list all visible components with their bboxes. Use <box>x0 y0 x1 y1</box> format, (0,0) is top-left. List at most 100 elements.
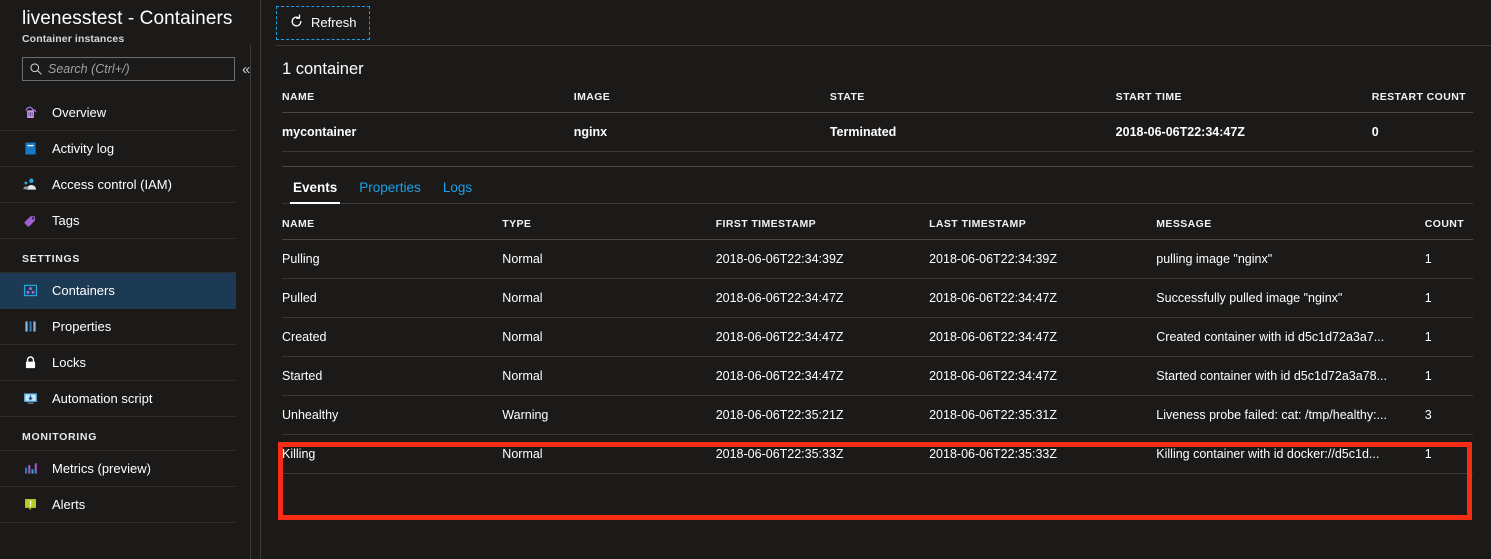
sidebar-item-locks[interactable]: Locks <box>0 345 236 381</box>
events-table: NAME TYPE FIRST TIMESTAMP LAST TIMESTAMP… <box>282 206 1473 474</box>
sidebar-item-activity-log[interactable]: Activity log <box>0 131 236 167</box>
cell-message: Created container with id d5c1d72a3a7... <box>1156 317 1425 357</box>
cell-first-timestamp: 2018-06-06T22:35:33Z <box>715 434 930 474</box>
cell-event-type: Normal <box>502 356 716 396</box>
table-row[interactable]: Pulled Normal 2018-06-06T22:34:47Z 2018-… <box>282 278 1473 318</box>
cell-first-timestamp: 2018-06-06T22:34:47Z <box>715 278 930 318</box>
sidebar-group-monitoring: MONITORING <box>0 417 236 451</box>
cell-message: Started container with id d5c1d72a3a78..… <box>1156 356 1425 396</box>
refresh-icon <box>289 14 304 32</box>
column-header-count[interactable]: COUNT <box>1424 206 1473 240</box>
sidebar-item-label: Overview <box>52 105 107 120</box>
cell-container-state: Terminated <box>829 112 1116 152</box>
refresh-button[interactable]: Refresh <box>276 5 370 40</box>
cell-last-timestamp: 2018-06-06T22:34:47Z <box>929 356 1157 396</box>
cell-first-timestamp: 2018-06-06T22:34:47Z <box>715 317 930 357</box>
column-header-first-timestamp[interactable]: FIRST TIMESTAMP <box>715 206 930 240</box>
sidebar-item-automation-script[interactable]: Automation script <box>0 381 236 417</box>
search-input[interactable] <box>48 62 228 76</box>
search-box[interactable] <box>22 57 235 81</box>
sidebar-item-containers[interactable]: Containers <box>0 273 236 309</box>
overview-cloud-icon <box>22 104 39 121</box>
sidebar-item-label: Automation script <box>52 391 153 406</box>
metrics-chart-icon <box>22 460 39 477</box>
sidebar-item-properties[interactable]: Properties <box>0 309 236 345</box>
cell-count: 1 <box>1424 278 1473 318</box>
events-table-body: Pulling Normal 2018-06-06T22:34:39Z 2018… <box>282 239 1473 474</box>
cell-message: Killing container with id docker://d5c1d… <box>1156 434 1425 474</box>
container-count-title: 1 container <box>282 60 364 78</box>
cell-container-start-time: 2018-06-06T22:34:47Z <box>1115 112 1372 152</box>
cell-first-timestamp: 2018-06-06T22:34:47Z <box>715 356 930 396</box>
cell-last-timestamp: 2018-06-06T22:35:31Z <box>929 395 1157 435</box>
cell-container-image: nginx <box>573 112 830 152</box>
activity-log-book-icon <box>22 140 39 157</box>
search-icon <box>29 62 43 76</box>
cell-message: Successfully pulled image "nginx" <box>1156 278 1425 318</box>
cell-last-timestamp: 2018-06-06T22:35:33Z <box>929 434 1157 474</box>
cell-last-timestamp: 2018-06-06T22:34:47Z <box>929 317 1157 357</box>
cell-count: 1 <box>1424 434 1473 474</box>
azure-portal-blade: livenesstest - Containers Container inst… <box>0 0 1491 559</box>
sidebar-item-label: Containers <box>52 283 115 298</box>
table-row[interactable]: Pulling Normal 2018-06-06T22:34:39Z 2018… <box>282 239 1473 279</box>
table-row[interactable]: mycontainer nginx Terminated 2018-06-06T… <box>282 112 1473 152</box>
column-header-event-name[interactable]: NAME <box>282 206 503 240</box>
containers-header-row: NAME IMAGE STATE START TIME RESTART COUN… <box>282 79 1473 113</box>
table-row[interactable]: Killing Normal 2018-06-06T22:35:33Z 2018… <box>282 434 1473 474</box>
automation-script-monitor-icon <box>22 390 39 407</box>
cell-event-name: Pulled <box>282 278 503 318</box>
cell-event-type: Normal <box>502 239 716 279</box>
blade-content: Refresh 1 container NAME IMAGE STATE STA… <box>260 0 1491 559</box>
sidebar-item-metrics[interactable]: Metrics (preview) <box>0 451 236 487</box>
cell-event-name: Created <box>282 317 503 357</box>
sidebar-item-access-control[interactable]: Access control (IAM) <box>0 167 236 203</box>
table-row[interactable]: Unhealthy Warning 2018-06-06T22:35:21Z 2… <box>282 395 1473 435</box>
sidebar-item-label: Activity log <box>52 141 115 156</box>
tab-events[interactable]: Events <box>282 180 348 204</box>
cell-last-timestamp: 2018-06-06T22:34:39Z <box>929 239 1157 279</box>
page-title: livenesstest - Containers <box>22 8 233 29</box>
column-header-restart-count[interactable]: RESTART COUNT <box>1371 79 1473 113</box>
cell-message: pulling image "nginx" <box>1156 239 1425 279</box>
tab-logs[interactable]: Logs <box>432 180 483 203</box>
detail-tabs: Events Properties Logs <box>282 166 1473 204</box>
cell-count: 1 <box>1424 356 1473 396</box>
cell-container-restart-count: 0 <box>1371 112 1473 152</box>
cell-event-name: Pulling <box>282 239 503 279</box>
cell-event-type: Normal <box>502 317 716 357</box>
table-row[interactable]: Created Normal 2018-06-06T22:34:47Z 2018… <box>282 317 1473 357</box>
column-header-start-time[interactable]: START TIME <box>1115 79 1372 113</box>
column-header-name[interactable]: NAME <box>282 79 574 113</box>
tag-icon <box>22 212 39 229</box>
tab-properties[interactable]: Properties <box>348 180 432 203</box>
column-header-image[interactable]: IMAGE <box>573 79 830 113</box>
cell-count: 3 <box>1424 395 1473 435</box>
cell-event-type: Normal <box>502 278 716 318</box>
cell-container-name: mycontainer <box>282 112 574 152</box>
sidebar-item-tags[interactable]: Tags <box>0 203 236 239</box>
search-row: « <box>0 45 260 81</box>
sidebar-item-label: Metrics (preview) <box>52 461 151 476</box>
cell-last-timestamp: 2018-06-06T22:34:47Z <box>929 278 1157 318</box>
column-header-last-timestamp[interactable]: LAST TIMESTAMP <box>929 206 1157 240</box>
cell-first-timestamp: 2018-06-06T22:35:21Z <box>715 395 930 435</box>
panel-divider <box>250 44 251 559</box>
table-row[interactable]: Started Normal 2018-06-06T22:34:47Z 2018… <box>282 356 1473 396</box>
column-header-message[interactable]: MESSAGE <box>1156 206 1425 240</box>
cell-event-type: Warning <box>502 395 716 435</box>
sidebar-item-label: Alerts <box>52 497 86 512</box>
cell-event-name: Started <box>282 356 503 396</box>
sidebar-nav: Overview Activity log Access control (IA… <box>0 95 260 523</box>
sidebar-item-label: Access control (IAM) <box>52 177 172 192</box>
containers-table: NAME IMAGE STATE START TIME RESTART COUN… <box>282 79 1473 152</box>
sidebar-item-alerts[interactable]: Alerts <box>0 487 236 523</box>
command-toolbar: Refresh <box>260 0 1491 45</box>
lock-icon <box>22 354 39 371</box>
content-left-border <box>260 0 261 559</box>
sidebar-item-overview[interactable]: Overview <box>0 95 236 131</box>
cell-count: 1 <box>1424 317 1473 357</box>
column-header-state[interactable]: STATE <box>829 79 1116 113</box>
column-header-event-type[interactable]: TYPE <box>502 206 716 240</box>
cell-event-name: Unhealthy <box>282 395 503 435</box>
